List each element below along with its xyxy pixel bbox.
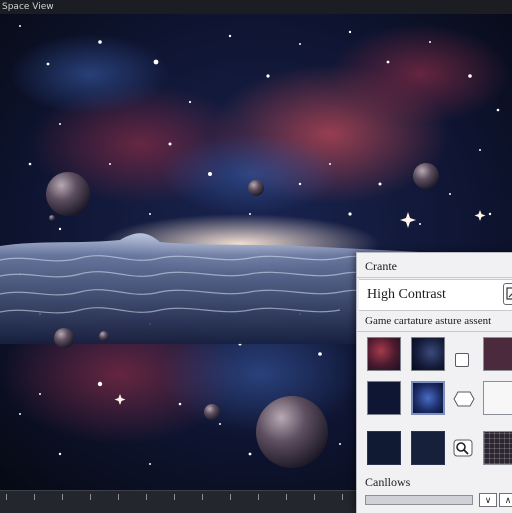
title-bar: Space View [0,0,512,15]
search-cursor-icon[interactable] [453,439,473,457]
canllows-slider[interactable] [365,495,473,505]
ruler-tick [34,494,35,500]
divider [357,277,512,278]
ruler-tick [62,494,63,500]
preset-thumbnail-dark-blue[interactable] [367,381,401,415]
contrast-mode-field[interactable]: High Contrast [359,279,512,311]
ruler-tick [230,494,231,500]
edit-mode-button[interactable] [503,283,512,305]
ruler-tick [6,494,7,500]
ruler-tick [202,494,203,500]
panel-header: Crante [365,259,397,273]
palette-icon [506,287,512,300]
chevron-up-button[interactable]: ∧ [499,493,512,507]
color-swatch-grid[interactable] [483,431,512,465]
ruler-tick [174,494,175,500]
ruler-tick [314,494,315,500]
preset-thumbnail-midnight[interactable] [367,431,401,465]
canllows-label: Canllows [365,475,411,489]
ruler-tick [146,494,147,500]
ruler-tick [118,494,119,500]
ruler-tick [90,494,91,500]
contrast-mode-value: High Contrast [367,287,446,302]
option-square-icon[interactable] [455,353,469,367]
preset-thumbnail-starfield[interactable] [411,337,445,371]
color-swatch-mauve[interactable] [483,337,512,371]
window-title: Space View [2,2,54,12]
chevron-down-button[interactable]: ∨ [479,493,497,507]
preset-subheading: Game cartature asture assent [365,315,492,327]
option-hexagon-icon[interactable] [453,391,475,407]
ruler-tick [342,494,343,500]
preset-thumbnail-blue-nebula[interactable] [411,381,445,415]
display-settings-panel: Crante High Contrast Game cartature astu… [356,252,512,513]
preset-thumbnail-deep-space[interactable] [411,431,445,465]
ruler-tick [286,494,287,500]
ruler-tick [258,494,259,500]
preset-thumbnail-red-nebula[interactable] [367,337,401,371]
color-swatch-light[interactable] [483,381,512,415]
divider [357,331,512,332]
